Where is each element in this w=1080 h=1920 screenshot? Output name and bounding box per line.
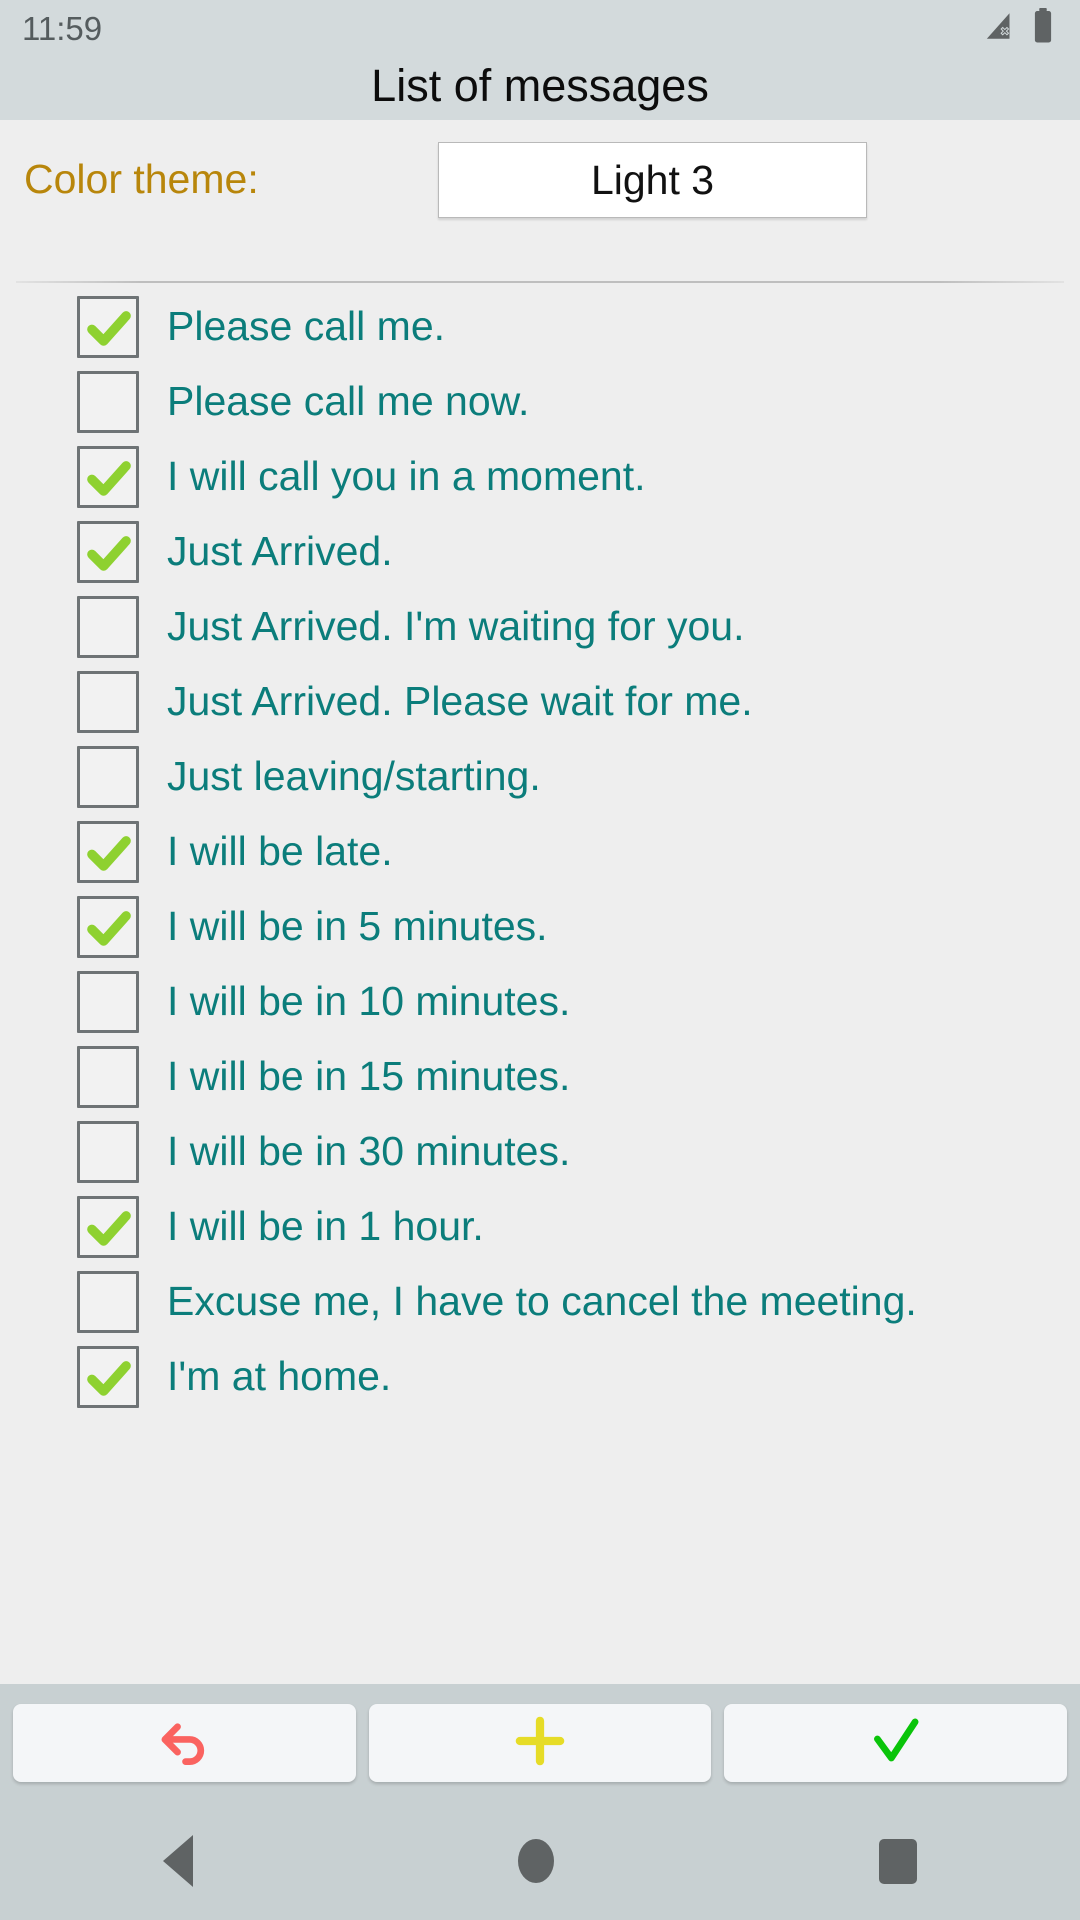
message-row[interactable]: Please call me. [0, 289, 1080, 364]
home-circle-icon[interactable] [517, 1839, 554, 1883]
message-row[interactable]: Excuse me, I have to cancel the meeting. [0, 1264, 1080, 1339]
theme-selector-row: Color theme: Light 3 [0, 120, 1080, 283]
theme-select[interactable]: Light 3 [438, 142, 867, 218]
action-bar [0, 1684, 1080, 1802]
check-icon [865, 1710, 927, 1777]
message-label: I will be in 1 hour. [167, 1203, 484, 1249]
message-row[interactable]: Just Arrived. Please wait for me. [0, 664, 1080, 739]
message-label: Just Arrived. Please wait for me. [167, 678, 753, 724]
checkbox-unchecked[interactable] [77, 1270, 139, 1333]
message-row[interactable]: Please call me now. [0, 364, 1080, 439]
message-label: I will be in 5 minutes. [167, 903, 548, 949]
message-row[interactable]: I will be in 10 minutes. [0, 964, 1080, 1039]
top-bar: 11:59 List of messages [0, 0, 1080, 120]
checkbox-unchecked[interactable] [77, 970, 139, 1033]
message-label: I will be in 30 minutes. [167, 1128, 571, 1174]
message-label: I will be late. [167, 828, 393, 874]
undo-button[interactable] [13, 1704, 356, 1782]
checkbox-unchecked[interactable] [77, 670, 139, 733]
add-button[interactable] [368, 1704, 712, 1782]
message-label: I will be in 15 minutes. [167, 1053, 571, 1099]
message-label: Just leaving/starting. [167, 753, 541, 799]
message-label: Please call me now. [167, 378, 530, 424]
message-label: I will be in 10 minutes. [167, 978, 571, 1024]
message-label: I will call you in a moment. [167, 453, 646, 499]
message-label: Just Arrived. I'm waiting for you. [167, 603, 745, 649]
app-screen: 11:59 List of messages Color theme: Ligh… [0, 0, 1080, 1920]
message-row[interactable]: I will be in 15 minutes. [0, 1039, 1080, 1114]
message-label: Excuse me, I have to cancel the meeting. [167, 1278, 917, 1324]
checkbox-unchecked[interactable] [77, 595, 139, 658]
recents-square-icon[interactable] [879, 1838, 918, 1884]
message-row[interactable]: I will be in 30 minutes. [0, 1114, 1080, 1189]
message-row[interactable]: I will be in 5 minutes. [0, 889, 1080, 964]
checkbox-checked[interactable] [77, 1345, 139, 1408]
undo-arrow-icon [153, 1710, 215, 1777]
confirm-button[interactable] [724, 1704, 1068, 1782]
checkbox-checked[interactable] [77, 295, 139, 358]
message-label: Please call me. [167, 303, 446, 349]
page-title: List of messages [371, 60, 709, 111]
message-label: Just Arrived. [167, 528, 393, 574]
status-bar: 11:59 [0, 0, 1080, 56]
message-row[interactable]: Just Arrived. [0, 514, 1080, 589]
android-nav-bar [0, 1802, 1080, 1920]
message-row[interactable]: I'm at home. [0, 1339, 1080, 1414]
back-triangle-icon[interactable] [162, 1835, 193, 1887]
message-row[interactable]: I will call you in a moment. [0, 439, 1080, 514]
message-row[interactable]: I will be in 1 hour. [0, 1189, 1080, 1264]
plus-icon [509, 1710, 571, 1777]
battery-full-icon [1032, 7, 1054, 49]
status-icon-group [984, 7, 1054, 49]
checkbox-checked[interactable] [77, 520, 139, 583]
theme-label: Color theme: [24, 156, 259, 202]
checkbox-checked[interactable] [77, 820, 139, 883]
checkbox-checked[interactable] [77, 1195, 139, 1258]
message-row[interactable]: I will be late. [0, 814, 1080, 889]
signal-no-service-icon [984, 9, 1018, 48]
message-label: I'm at home. [167, 1353, 392, 1399]
checkbox-unchecked[interactable] [77, 370, 139, 433]
checkbox-unchecked[interactable] [77, 745, 139, 808]
checkbox-unchecked[interactable] [77, 1120, 139, 1183]
message-list[interactable]: Please call me. Please call me now. I will… [0, 283, 1080, 1684]
theme-select-value: Light 3 [590, 156, 715, 203]
checkbox-unchecked[interactable] [77, 1045, 139, 1108]
message-row[interactable]: Just Arrived. I'm waiting for you. [0, 589, 1080, 664]
checkbox-checked[interactable] [77, 895, 139, 958]
checkbox-checked[interactable] [77, 445, 139, 508]
message-row[interactable]: Just leaving/starting. [0, 739, 1080, 814]
status-clock: 11:59 [22, 9, 103, 47]
